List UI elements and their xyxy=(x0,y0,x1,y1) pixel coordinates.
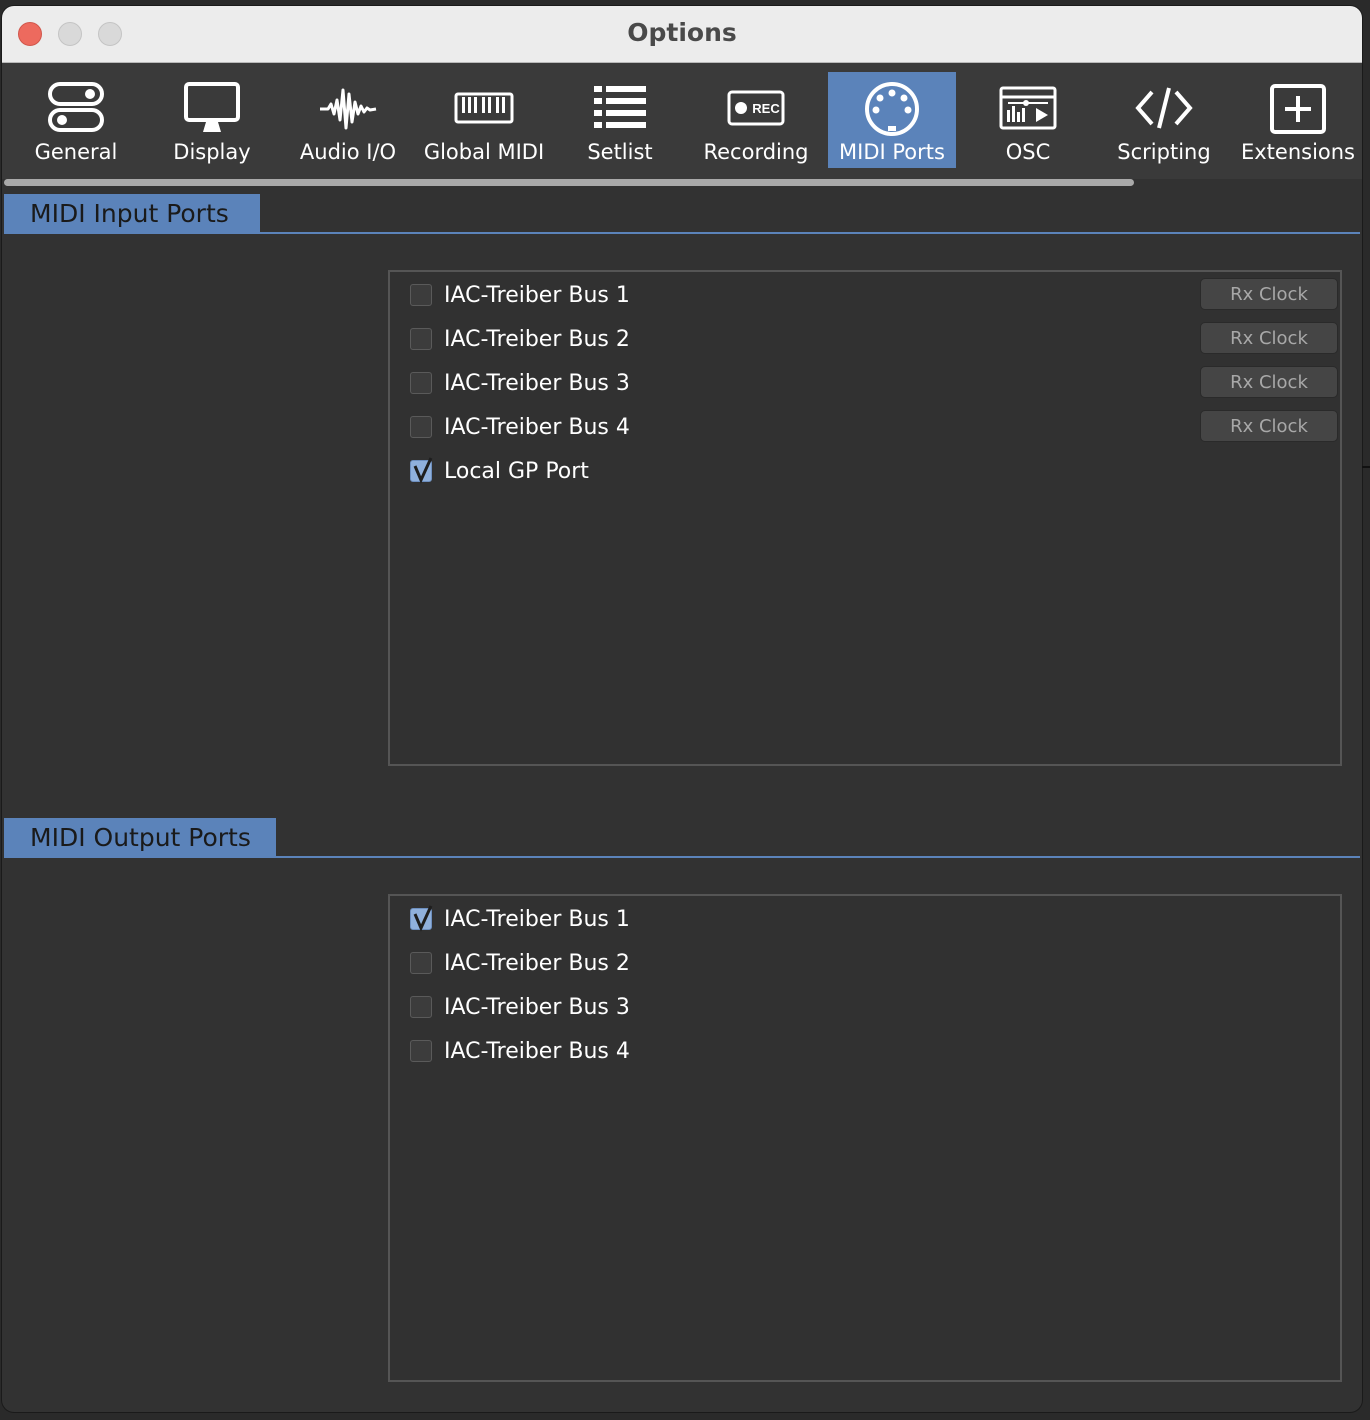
tab-scripting-label: Scripting xyxy=(1117,140,1211,164)
plus-box-icon xyxy=(1270,84,1326,134)
rx-clock-button[interactable]: Rx Clock xyxy=(1200,366,1338,398)
tab-global-midi-label: Global MIDI xyxy=(423,140,545,164)
monitor-icon xyxy=(184,82,240,132)
tab-osc[interactable]: OSC xyxy=(964,72,1092,168)
rx-clock-button[interactable]: Rx Clock xyxy=(1200,322,1338,354)
input-port-checkbox-checked[interactable] xyxy=(410,457,433,484)
list-icon xyxy=(594,86,646,128)
input-ports-list: IAC-Treiber Bus 1 Rx Clock IAC-Treiber B… xyxy=(388,270,1342,766)
tab-recording[interactable]: REC Recording xyxy=(692,72,820,168)
output-section-divider xyxy=(4,856,1360,858)
tab-setlist-label: Setlist xyxy=(587,140,653,164)
tab-display[interactable]: Display xyxy=(148,72,276,168)
options-window: Options General Display Audio I/O Global… xyxy=(2,6,1362,1412)
options-toolbar: General Display Audio I/O Global MIDI Se… xyxy=(2,63,1362,179)
tab-midi-ports[interactable]: MIDI Ports xyxy=(828,72,956,168)
input-port-checkbox[interactable] xyxy=(410,284,432,306)
tab-general-label: General xyxy=(34,140,118,164)
midi-din-icon xyxy=(865,82,919,136)
output-port-checkbox-checked[interactable] xyxy=(410,905,433,932)
rx-clock-button[interactable]: Rx Clock xyxy=(1200,410,1338,442)
output-port-label: IAC-Treiber Bus 3 xyxy=(444,994,630,1020)
waveform-icon xyxy=(320,88,377,130)
input-ports-section-title: MIDI Input Ports xyxy=(4,194,260,232)
input-port-row: IAC-Treiber Bus 2 xyxy=(410,321,630,357)
tab-midi-ports-label: MIDI Ports xyxy=(839,140,945,164)
window-edge-mark xyxy=(1362,466,1370,468)
tab-osc-label: OSC xyxy=(1005,140,1051,164)
checkmark-icon xyxy=(413,905,433,932)
window-title: Options xyxy=(627,18,737,47)
input-port-row: IAC-Treiber Bus 1 xyxy=(410,277,630,313)
tab-recording-label: Recording xyxy=(703,140,809,164)
tab-general[interactable]: General xyxy=(12,72,140,168)
toggles-icon xyxy=(48,82,104,132)
tab-setlist[interactable]: Setlist xyxy=(556,72,684,168)
output-port-label: IAC-Treiber Bus 2 xyxy=(444,950,630,976)
rec-icon-text: REC xyxy=(752,101,780,116)
input-port-checkbox[interactable] xyxy=(410,372,432,394)
output-port-row: IAC-Treiber Bus 3 xyxy=(410,989,630,1025)
input-port-checkbox[interactable] xyxy=(410,328,432,350)
rec-icon: REC xyxy=(727,90,785,126)
output-port-label: IAC-Treiber Bus 4 xyxy=(444,1038,630,1064)
input-port-label: IAC-Treiber Bus 1 xyxy=(444,282,630,308)
input-port-row: Local GP Port xyxy=(410,453,589,489)
output-port-label: IAC-Treiber Bus 1 xyxy=(444,906,630,932)
input-port-label: Local GP Port xyxy=(444,458,589,484)
output-ports-list: IAC-Treiber Bus 1 IAC-Treiber Bus 2 IAC-… xyxy=(388,894,1342,1382)
tab-display-label: Display xyxy=(173,140,251,164)
title-bar: Options xyxy=(2,6,1362,63)
code-icon xyxy=(1135,87,1193,129)
input-port-label: IAC-Treiber Bus 3 xyxy=(444,370,630,396)
input-section-divider xyxy=(4,232,1360,234)
checkmark-icon xyxy=(413,457,433,484)
osc-window-icon xyxy=(999,86,1057,130)
input-port-checkbox[interactable] xyxy=(410,416,432,438)
tab-scripting[interactable]: Scripting xyxy=(1100,72,1228,168)
input-port-label: IAC-Treiber Bus 2 xyxy=(444,326,630,352)
output-port-checkbox[interactable] xyxy=(410,952,432,974)
output-port-row: IAC-Treiber Bus 2 xyxy=(410,945,630,981)
output-port-row: IAC-Treiber Bus 4 xyxy=(410,1033,630,1069)
tab-audio-io[interactable]: Audio I/O xyxy=(284,72,412,168)
tab-extensions-label: Extensions xyxy=(1240,140,1356,164)
input-port-row: IAC-Treiber Bus 4 xyxy=(410,409,630,445)
output-ports-section-title: MIDI Output Ports xyxy=(4,818,276,856)
tab-extensions[interactable]: Extensions xyxy=(1234,72,1362,168)
rx-clock-button[interactable]: Rx Clock xyxy=(1200,278,1338,310)
output-port-checkbox[interactable] xyxy=(410,1040,432,1062)
output-port-row: IAC-Treiber Bus 1 xyxy=(410,901,630,937)
tab-audio-io-label: Audio I/O xyxy=(299,140,397,164)
input-port-label: IAC-Treiber Bus 4 xyxy=(444,414,630,440)
tab-global-midi[interactable]: Global MIDI xyxy=(420,72,548,168)
input-port-row: IAC-Treiber Bus 3 xyxy=(410,365,630,401)
toolbar-horizontal-scrollbar[interactable] xyxy=(4,179,1134,186)
keyboard-icon xyxy=(454,92,514,124)
output-port-checkbox[interactable] xyxy=(410,996,432,1018)
